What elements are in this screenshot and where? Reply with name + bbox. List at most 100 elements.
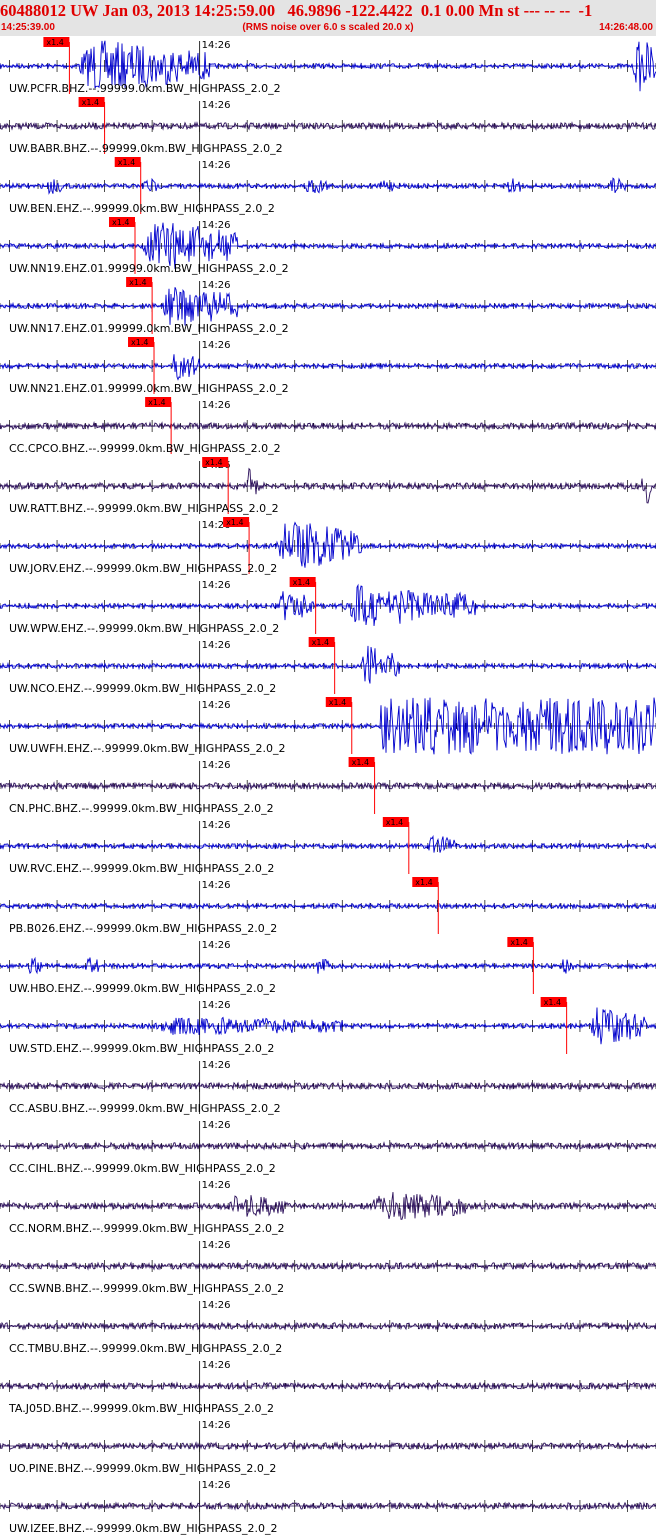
trace-label: UW.PCFR.BHZ.--.99999.0km.BW_HIGHPASS_2.0… — [9, 82, 281, 95]
minute-tick-label: 14:26 — [202, 1120, 231, 1131]
pick-label: x1.4 — [112, 218, 129, 227]
pick-label: x1.4 — [129, 278, 146, 287]
minute-tick-label: 14:26 — [202, 1420, 231, 1431]
trace-25: 14:26 UW.IZEE.BHZ.--.99999.0km.BW_HIGHPAS… — [0, 1480, 656, 1535]
trace-label: PB.B026.EHZ.--.99999.0km.BW_HIGHPASS_2.0… — [9, 922, 277, 935]
trace-label: UW.BEN.EHZ.--.99999.0km.BW_HIGHPASS_2.0_… — [9, 202, 275, 215]
minute-tick-label: 14:26 — [202, 880, 231, 891]
trace-13: 14:26 x1.4 CN.PHC.BHZ.--.99999.0km.BW_HIGH… — [0, 757, 656, 815]
minute-tick-label: 14:26 — [202, 1000, 231, 1011]
end-time-label: 14:26:48.00 — [599, 22, 653, 33]
trace-label: UW.IZEE.BHZ.--.99999.0km.BW_HIGHPASS_2.0… — [9, 1522, 277, 1535]
trace-11: 14:26 x1.4 UW.NCO.EHZ.--.99999.0km.BW_HIGH… — [0, 637, 656, 695]
seismogram-plot: 14:26 x1.4 UW.PCFR.BHZ.--.99999.0km.BW_HIG… — [0, 37, 656, 1535]
minute-tick-label: 14:26 — [202, 1180, 231, 1191]
minute-tick-label: 14:26 — [202, 820, 231, 831]
trace-4: 14:26 x1.4 UW.NN19.EHZ.01.99999.0km.BW_HIG… — [0, 217, 656, 275]
waveform — [0, 834, 656, 853]
trace-14: 14:26 x1.4 UW.RVC.EHZ.--.99999.0km.BW_HIGH… — [0, 817, 656, 875]
trace-label: UW.NN21.EHZ.01.99999.0km.BW_HIGHPASS_2.0… — [9, 382, 289, 395]
pick-label: x1.4 — [329, 698, 346, 707]
minute-tick-label: 14:26 — [202, 580, 231, 591]
trace-18: 14:26 CC.ASBU.BHZ.--.99999.0km.BW_HIGHPAS… — [0, 1060, 656, 1115]
trace-9: 14:26x1.4UW.JORV.EHZ.--.99999.0km.BW_HIG… — [0, 517, 656, 575]
minute-tick-label: 14:26 — [202, 940, 231, 951]
minute-tick-label: 14:26 — [202, 1360, 231, 1371]
trace-16: 14:26 x1.4 UW.HBO.EHZ.--.99999.0km.BW_HIGH… — [0, 937, 656, 995]
waveform — [0, 645, 656, 684]
trace-3: 14:26 x1.4 UW.BEN.EHZ.--.99999.0km.BW_HIGH… — [0, 157, 656, 215]
minute-tick-label: 14:26 — [202, 220, 231, 231]
trace-label: UW.STD.EHZ.--.99999.0km.BW_HIGHPASS_2.0_… — [9, 1042, 274, 1055]
minute-tick-label: 14:26 — [202, 1060, 231, 1071]
minute-tick-label: 14:26 — [202, 760, 231, 771]
trace-label: UW.HBO.EHZ.--.99999.0km.BW_HIGHPASS_2.0_… — [9, 982, 276, 995]
pick-label: x1.4 — [386, 818, 403, 827]
minute-tick-label: 14:26 — [202, 640, 231, 651]
pick-label: x1.4 — [415, 878, 432, 887]
minute-tick-label: 14:26 — [202, 700, 231, 711]
trace-5: 14:26 x1.4 UW.NN17.EHZ.01.99999.0km.BW_HIG… — [0, 277, 656, 335]
trace-15: 14:26 x1.4 PB.B026.EHZ.--.99999.0km.BW_HIG… — [0, 877, 656, 935]
trace-label: UW.RVC.EHZ.--.99999.0km.BW_HIGHPASS_2.0_… — [9, 862, 274, 875]
pick-label: x1.4 — [205, 458, 222, 467]
trace-label: CC.ASBU.BHZ.--.99999.0km.BW_HIGHPASS_2.0… — [9, 1102, 281, 1115]
pick-label: x1.4 — [352, 758, 369, 767]
trace-17: 14:26 x1.4 UW.STD.EHZ.--.99999.0km.BW_HIGH… — [0, 997, 656, 1055]
plot-header: 60488012 UW Jan 03, 2013 14:25:59.00 46.… — [0, 0, 656, 36]
trace-label: TA.J05D.BHZ.--.99999.0km.BW_HIGHPASS_2.0… — [8, 1402, 274, 1415]
pick-label: x1.4 — [312, 638, 329, 647]
trace-label: CN.PHC.BHZ.--.99999.0km.BW_HIGHPASS_2.0_… — [9, 802, 274, 815]
pick-label: x1.4 — [544, 998, 561, 1007]
minute-tick-label: 14:26 — [202, 40, 231, 51]
minute-tick-label: 14:26 — [202, 280, 231, 291]
pick-label: x1.4 — [510, 938, 527, 947]
trace-label: UW.WPW.EHZ.--.99999.0km.BW_HIGHPASS_2.0_… — [9, 622, 279, 635]
trace-label: CC.TMBU.BHZ.--.99999.0km.BW_HIGHPASS_2.0… — [9, 1342, 282, 1355]
trace-20: 14:26 CC.NORM.BHZ.--.99999.0km.BW_HIGHPAS… — [0, 1180, 656, 1235]
minute-tick-label: 14:26 — [202, 1240, 231, 1251]
trace-label: UW.NN19.EHZ.01.99999.0km.BW_HIGHPASS_2.0… — [9, 262, 289, 275]
trace-12: 14:26 x1.4 UW.UWFH.EHZ.--.99999.0km.BW_HIG… — [0, 697, 656, 755]
pick-label: x1.4 — [226, 518, 243, 527]
minute-tick-label: 14:26 — [202, 100, 231, 111]
trace-label: UW.RATT.BHZ.--.99999.0km.BW_HIGHPASS_2.0… — [9, 502, 279, 515]
trace-label: UW.JORV.EHZ.--.99999.0km.BW_HIGHPASS_2.0… — [9, 562, 277, 575]
trace-23: 14:26 TA.J05D.BHZ.--.99999.0km.BW_HIGHPAS… — [0, 1360, 656, 1415]
trace-label: UW.BABR.BHZ.--.99999.0km.BW_HIGHPASS_2.0… — [9, 142, 283, 155]
trace-label: CC.CIHL.BHZ.--.99999.0km.BW_HIGHPASS_2.0… — [9, 1162, 276, 1175]
minute-tick-label: 14:26 — [202, 400, 231, 411]
minute-tick-label: 14:26 — [202, 1300, 231, 1311]
minute-tick-label: 14:26 — [202, 340, 231, 351]
trace-label: UO.PINE.BHZ.--.99999.0km.BW_HIGHPASS_2.0… — [9, 1462, 276, 1475]
trace-24: 14:26 UO.PINE.BHZ.--.99999.0km.BW_HIGHPAS… — [0, 1420, 656, 1475]
pick-label: x1.4 — [148, 398, 165, 407]
minute-tick-label: 14:26 — [202, 160, 231, 171]
pick-label: x1.4 — [118, 158, 135, 167]
waveform — [0, 354, 656, 381]
trace-22: 14:26 CC.TMBU.BHZ.--.99999.0km.BW_HIGHPAS… — [0, 1300, 656, 1355]
pick-label: x1.4 — [293, 578, 310, 587]
trace-21: 14:26 CC.SWNB.BHZ.--.99999.0km.BW_HIGHPAS… — [0, 1240, 656, 1295]
trace-2: 14:26 x1.4 UW.BABR.BHZ.--.99999.0km.BW_HIG… — [0, 97, 656, 155]
trace-label: UW.NCO.EHZ.--.99999.0km.BW_HIGHPASS_2.0_… — [9, 682, 276, 695]
trace-19: 14:26 CC.CIHL.BHZ.--.99999.0km.BW_HIGHPAS… — [0, 1120, 656, 1175]
waveform — [0, 521, 656, 568]
trace-8: 14:26x1.4UW.RATT.BHZ.--.99999.0km.BW_HIG… — [0, 457, 656, 515]
pick-label: x1.4 — [46, 38, 63, 47]
trace-10: 14:26 x1.4 UW.WPW.EHZ.--.99999.0km.BW_HIGH… — [0, 577, 656, 635]
trace-6: 14:26 x1.4 UW.NN21.EHZ.01.99999.0km.BW_HIG… — [0, 337, 656, 395]
trace-label: UW.NN17.EHZ.01.99999.0km.BW_HIGHPASS_2.0… — [9, 322, 289, 335]
trace-label: UW.UWFH.EHZ.--.99999.0km.BW_HIGHPASS_2.0… — [9, 742, 286, 755]
trace-label: CC.SWNB.BHZ.--.99999.0km.BW_HIGHPASS_2.0… — [9, 1282, 284, 1295]
trace-label: CC.NORM.BHZ.--.99999.0km.BW_HIGHPASS_2.0… — [9, 1222, 284, 1235]
trace-1: 14:26 x1.4 UW.PCFR.BHZ.--.99999.0km.BW_HIG… — [0, 37, 656, 95]
minute-tick-label: 14:26 — [202, 1480, 231, 1491]
pick-label: x1.4 — [131, 338, 148, 347]
trace-label: CC.CPCO.BHZ.--.99999.0km.BW_HIGHPASS_2.0… — [9, 442, 281, 455]
event-title: 60488012 UW Jan 03, 2013 14:25:59.00 46.… — [0, 1, 593, 20]
trace-7: 14:26 x1.4 CC.CPCO.BHZ.--.99999.0km.BW_HIG… — [0, 397, 656, 455]
waveform — [0, 1381, 656, 1391]
pick-label: x1.4 — [82, 98, 99, 107]
rms-noise-note: (RMS noise over 6.0 s scaled 20.0 x) — [242, 22, 414, 33]
